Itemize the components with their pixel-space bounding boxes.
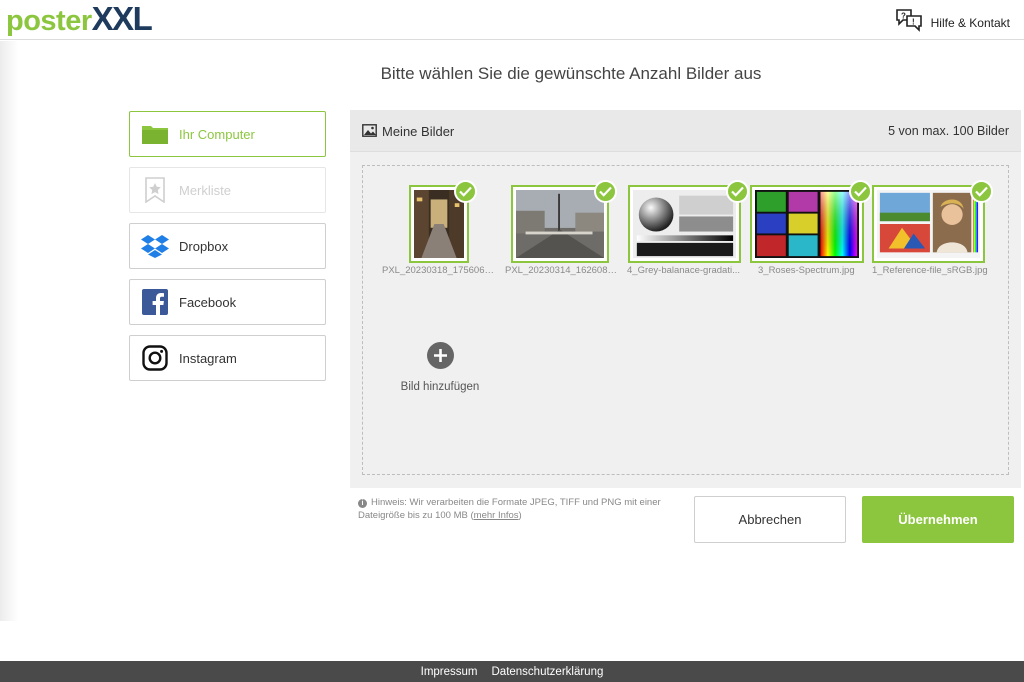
plus-icon	[426, 342, 454, 369]
folder-icon	[141, 120, 169, 148]
info-icon: i	[358, 499, 367, 508]
photo-thumbnail-roses	[755, 190, 859, 258]
source-label: Instagram	[179, 350, 237, 366]
add-image-label: Bild hinzufügen	[400, 381, 480, 393]
footer-link-impressum[interactable]: Impressum	[421, 666, 478, 678]
image-count: 5 von max. 100 Bilder	[888, 124, 1009, 138]
source-facebook[interactable]: Facebook	[129, 279, 326, 325]
dropbox-icon	[141, 232, 169, 260]
header: posterXXL ? ! Hilfe & Kontakt	[0, 0, 1024, 40]
source-merkliste[interactable]: Merkliste	[129, 167, 326, 213]
logo-text-poster: poster	[6, 5, 92, 37]
image-thumbnail[interactable]	[628, 180, 749, 263]
source-instagram[interactable]: Instagram	[129, 335, 326, 381]
image-filename: 4_Grey-balanace-gradati...	[627, 265, 741, 276]
confirm-button[interactable]: Übernehmen	[862, 496, 1014, 543]
bookmark-star-icon	[141, 176, 169, 204]
image-filename: PXL_20230314_1626084...	[505, 265, 617, 276]
image-filename: 3_Roses-Spectrum.jpg	[758, 265, 855, 276]
add-image-button[interactable]: Bild hinzufügen	[390, 342, 490, 393]
image-filename: PXL_20230318_1756066...	[382, 265, 496, 276]
image-thumbnail[interactable]	[872, 180, 993, 263]
svg-text:?: ?	[901, 12, 906, 21]
footer: Impressum Datenschutzerklärung	[0, 661, 1024, 682]
posterxxl-logo[interactable]: posterXXL	[6, 0, 153, 38]
gallery-header: Meine Bilder 5 von max. 100 Bilder	[350, 110, 1021, 152]
source-label: Ihr Computer	[179, 126, 255, 142]
selected-check-icon	[594, 180, 617, 203]
photo-thumbnail-grey-balance	[633, 190, 736, 258]
image-thumbnail[interactable]	[511, 180, 617, 263]
source-label: Merkliste	[179, 182, 232, 198]
image-icon	[362, 124, 377, 142]
facebook-icon	[141, 288, 169, 316]
instagram-icon	[141, 344, 169, 372]
source-dropbox[interactable]: Dropbox	[129, 223, 326, 269]
help-contact-label: Hilfe & Kontakt	[930, 15, 1010, 30]
source-label: Dropbox	[179, 238, 229, 254]
help-contact-link[interactable]: ? ! Hilfe & Kontakt	[895, 8, 1010, 37]
selected-check-icon	[726, 180, 749, 203]
format-hint: i Hinweis: Wir verarbeiten die Formate JP…	[358, 497, 661, 521]
page-title: Bitte wählen Sie die gewünschte Anzahl B…	[380, 64, 762, 83]
photo-thumbnail-street	[414, 190, 464, 258]
photo-thumbnail-plaza	[516, 190, 604, 258]
upload-dialog-page: posterXXL ? ! Hilfe & Kontakt Bitte wähl…	[0, 0, 1024, 682]
selected-check-icon	[849, 180, 872, 203]
gallery-title: Meine Bilder	[382, 124, 455, 139]
svg-text:!: !	[912, 18, 915, 27]
left-edge-shadow	[0, 41, 18, 621]
chat-bubbles-icon: ? !	[895, 8, 923, 37]
selected-check-icon	[454, 180, 477, 203]
logo-text-xxl: XXL	[91, 0, 153, 37]
image-thumbnail[interactable]	[409, 180, 477, 263]
selected-check-icon	[970, 180, 993, 203]
source-label: Facebook	[179, 294, 237, 310]
photo-thumbnail-reference	[877, 190, 980, 258]
more-info-link[interactable]: mehr Infos	[474, 510, 519, 521]
gallery-panel: Meine Bilder 5 von max. 100 Bilder PXL_2…	[350, 110, 1021, 488]
footer-link-privacy[interactable]: Datenschutzerklärung	[492, 666, 604, 678]
image-thumbnail[interactable]	[750, 180, 872, 263]
source-computer[interactable]: Ihr Computer	[129, 111, 326, 157]
cancel-button[interactable]: Abbrechen	[694, 496, 846, 543]
image-filename: 1_Reference-file_sRGB.jpg	[872, 265, 988, 276]
